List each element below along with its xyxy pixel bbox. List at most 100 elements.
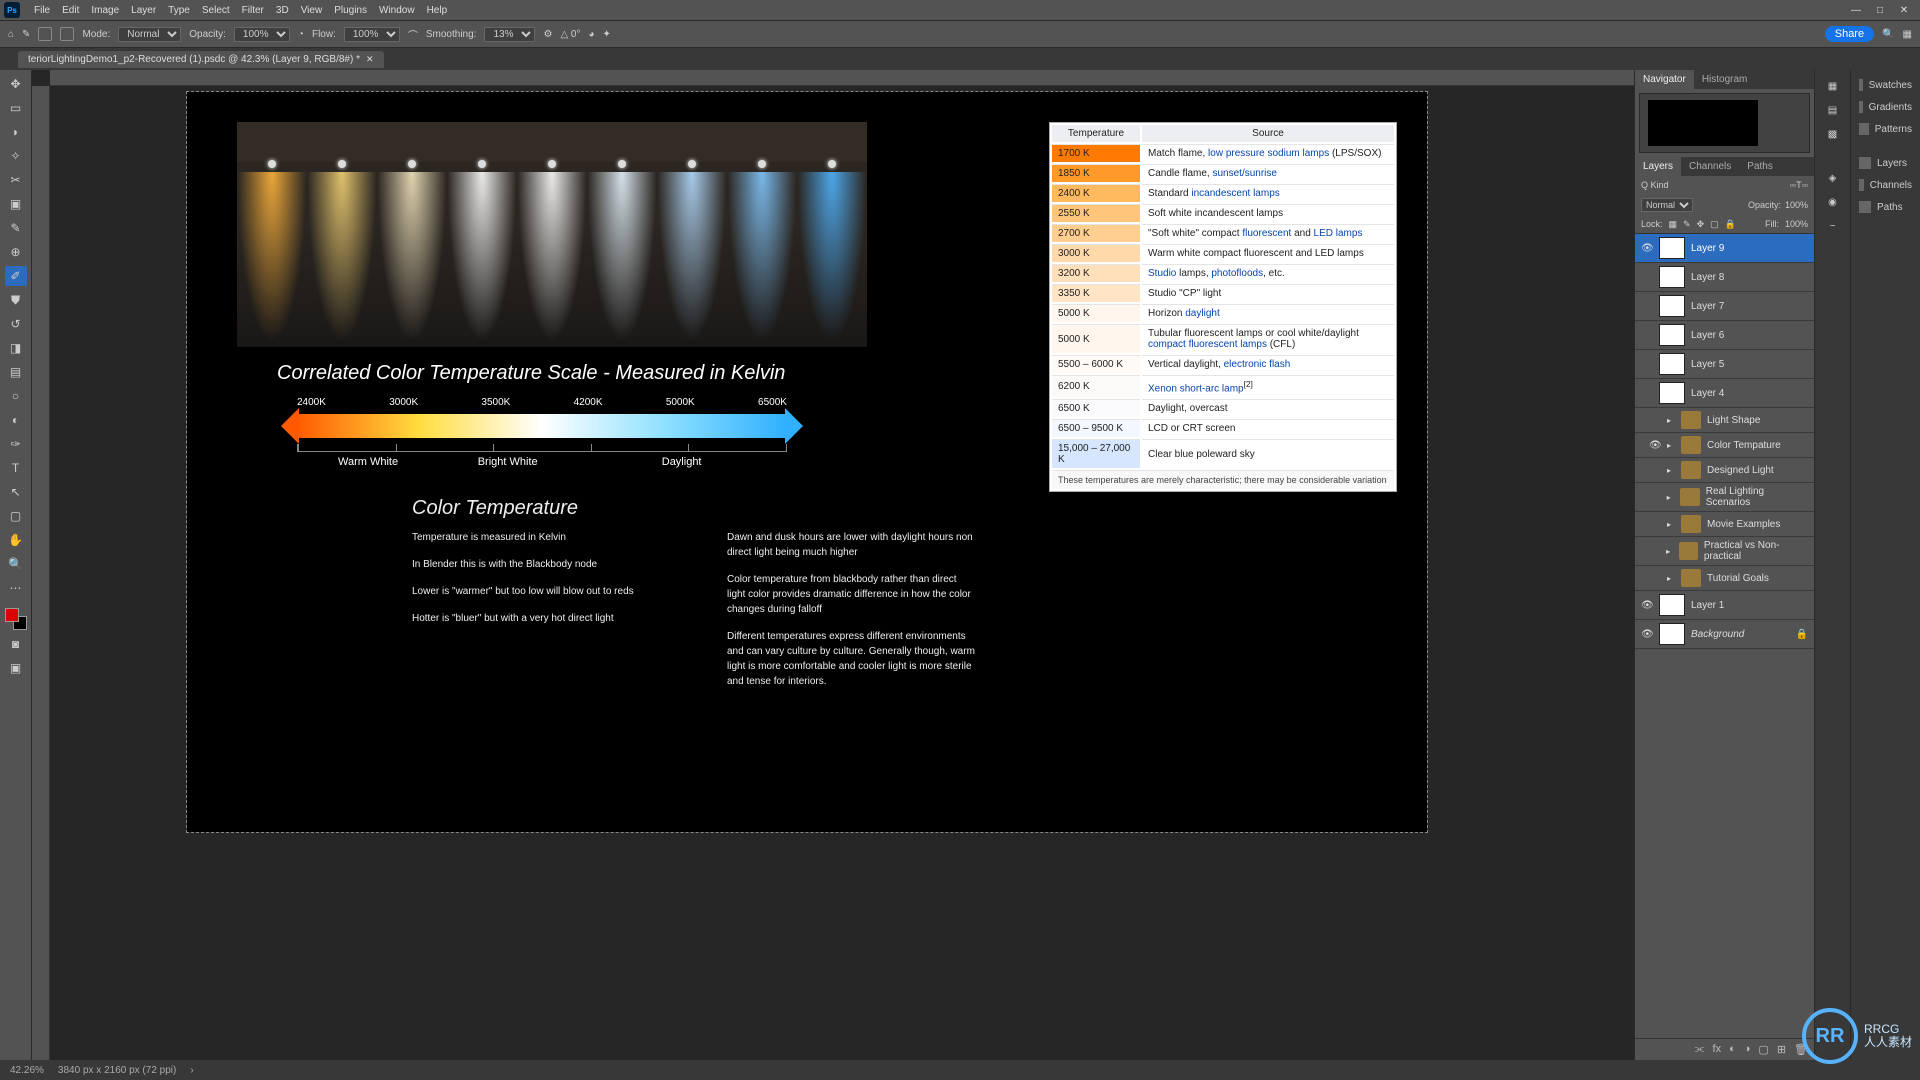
workspace-icon[interactable]: ▦ — [1903, 29, 1912, 40]
stamp-tool[interactable]: ⛊ — [5, 290, 27, 310]
frame-tool[interactable]: ▣ — [5, 194, 27, 214]
tab-layers[interactable]: Layers — [1635, 157, 1681, 176]
lock-icon[interactable]: 🔒 — [1725, 219, 1736, 230]
gradients-icon[interactable]: ▤ — [1819, 100, 1847, 120]
layer-row[interactable]: 👁Layer 9 — [1635, 234, 1814, 263]
channels-icon[interactable]: ◉ — [1819, 192, 1847, 212]
dodge-tool[interactable]: ◐ — [5, 410, 27, 430]
panel-paths[interactable]: Paths — [1851, 196, 1920, 218]
layer-row[interactable]: ▸Real Lighting Scenarios — [1635, 483, 1814, 512]
tab-histogram[interactable]: Histogram — [1694, 70, 1756, 89]
eyedropper-tool[interactable]: ✎ — [5, 218, 27, 238]
layer-row[interactable]: Layer 4 — [1635, 379, 1814, 408]
gradient-tool[interactable]: ▤ — [5, 362, 27, 382]
hand-tool[interactable]: ✋ — [5, 530, 27, 550]
smoothing-select[interactable]: 13% — [484, 27, 535, 42]
menu-view[interactable]: View — [295, 5, 329, 16]
layer-row[interactable]: Layer 7 — [1635, 292, 1814, 321]
heal-tool[interactable]: ⊕ — [5, 242, 27, 262]
home-icon[interactable]: ⌂ — [8, 29, 14, 40]
blend-mode[interactable]: Normal — [1641, 198, 1693, 212]
lock-all-icon[interactable]: ▦ — [1669, 219, 1678, 230]
brush-preset[interactable] — [38, 27, 52, 41]
zoom-tool[interactable]: 🔍 — [5, 554, 27, 574]
move-tool[interactable]: ✥ — [5, 74, 27, 94]
layer-row[interactable]: ▸Light Shape — [1635, 408, 1814, 433]
share-button[interactable]: Share — [1825, 26, 1874, 42]
menu-help[interactable]: Help — [421, 5, 454, 16]
symmetry-icon[interactable]: ✦ — [603, 29, 611, 40]
brush-panel-icon[interactable] — [60, 27, 74, 41]
layer-row[interactable]: ▸Designed Light — [1635, 458, 1814, 483]
blur-tool[interactable]: ○ — [5, 386, 27, 406]
panel-gradients[interactable]: Gradients — [1851, 96, 1920, 118]
group-icon[interactable]: ▢ — [1758, 1043, 1768, 1056]
opacity-value[interactable]: 100% — [1785, 200, 1808, 210]
canvas-area[interactable]: Correlated Color Temperature Scale - Mea… — [32, 70, 1634, 1060]
search-icon[interactable]: 🔍 — [1882, 29, 1894, 40]
restore-button[interactable]: □ — [1868, 5, 1892, 16]
screenmode-tool[interactable]: ▣ — [5, 658, 27, 678]
menu-window[interactable]: Window — [373, 5, 421, 16]
menu-file[interactable]: File — [28, 5, 56, 16]
pen-tool[interactable]: ✑ — [5, 434, 27, 454]
tab-channels[interactable]: Channels — [1681, 157, 1739, 176]
layers-icon[interactable]: ◈ — [1819, 168, 1847, 188]
tab-paths[interactable]: Paths — [1739, 157, 1781, 176]
lock-artboard-icon[interactable]: ▢ — [1710, 219, 1719, 230]
pressure-opacity-icon[interactable]: ◔ — [298, 29, 304, 40]
lock-pos-icon[interactable]: ✥ — [1697, 219, 1705, 230]
mask-icon[interactable]: ◐ — [1729, 1043, 1736, 1056]
path-tool[interactable]: ↖ — [5, 482, 27, 502]
menu-3d[interactable]: 3D — [270, 5, 295, 16]
adjustment-icon[interactable]: ◑ — [1744, 1043, 1751, 1056]
close-button[interactable]: ✕ — [1892, 5, 1916, 16]
quickmask-tool[interactable]: ◙ — [5, 634, 27, 654]
marquee-tool[interactable]: ▭ — [5, 98, 27, 118]
layer-row[interactable]: Layer 8 — [1635, 263, 1814, 292]
layer-row[interactable]: Layer 5 — [1635, 350, 1814, 379]
new-layer-icon[interactable]: ⊞ — [1777, 1043, 1786, 1056]
menu-edit[interactable]: Edit — [56, 5, 85, 16]
panel-layers[interactable]: Layers — [1851, 152, 1920, 174]
menu-filter[interactable]: Filter — [236, 5, 270, 16]
status-chevron-icon[interactable]: › — [190, 1065, 193, 1076]
zoom-level[interactable]: 42.26% — [10, 1065, 44, 1076]
layer-row[interactable]: ▸Tutorial Goals — [1635, 566, 1814, 591]
minimize-button[interactable]: — — [1844, 5, 1868, 16]
color-swatches[interactable] — [5, 608, 27, 630]
filter-kind[interactable]: Q Kind — [1641, 180, 1669, 190]
flow-select[interactable]: 100% — [344, 27, 400, 42]
panel-channels[interactable]: Channels — [1851, 174, 1920, 196]
layer-row[interactable]: ▸Movie Examples — [1635, 512, 1814, 537]
lock-pixels-icon[interactable]: ✎ — [1683, 219, 1691, 230]
airbrush-icon[interactable]: ⌒ — [408, 27, 418, 42]
eraser-tool[interactable]: ◨ — [5, 338, 27, 358]
wand-tool[interactable]: ✧ — [5, 146, 27, 166]
opacity-select[interactable]: 100% — [234, 27, 290, 42]
layer-row[interactable]: 👁Background 🔒 — [1635, 620, 1814, 649]
paths-icon[interactable]: ~ — [1819, 216, 1847, 236]
blend-mode-select[interactable]: Normal — [118, 27, 181, 42]
brush-tool[interactable]: ✐ — [5, 266, 27, 286]
history-brush-tool[interactable]: ↺ — [5, 314, 27, 334]
shape-tool[interactable]: ▢ — [5, 506, 27, 526]
close-tab-icon[interactable]: ✕ — [366, 54, 374, 65]
panel-patterns[interactable]: Patterns — [1851, 118, 1920, 140]
patterns-icon[interactable]: ▩ — [1819, 124, 1847, 144]
type-tool[interactable]: T — [5, 458, 27, 478]
link-layers-icon[interactable]: ⫘ — [1695, 1043, 1705, 1056]
menu-layer[interactable]: Layer — [125, 5, 162, 16]
menu-image[interactable]: Image — [85, 5, 125, 16]
document-tab[interactable]: teriorLightingDemo1_p2-Recovered (1).psd… — [18, 51, 384, 68]
fill-value[interactable]: 100% — [1785, 219, 1808, 230]
tab-navigator[interactable]: Navigator — [1635, 70, 1694, 89]
angle-icon[interactable]: △ 0° — [560, 29, 580, 40]
crop-tool[interactable]: ✂ — [5, 170, 27, 190]
gear-icon[interactable]: ⚙ — [543, 29, 552, 40]
fx-icon[interactable]: fx — [1713, 1043, 1722, 1056]
swatches-icon[interactable]: ▦ — [1819, 76, 1847, 96]
pressure-size-icon[interactable]: ◕ — [588, 29, 594, 40]
layer-row[interactable]: 👁Layer 1 — [1635, 591, 1814, 620]
menu-select[interactable]: Select — [196, 5, 236, 16]
